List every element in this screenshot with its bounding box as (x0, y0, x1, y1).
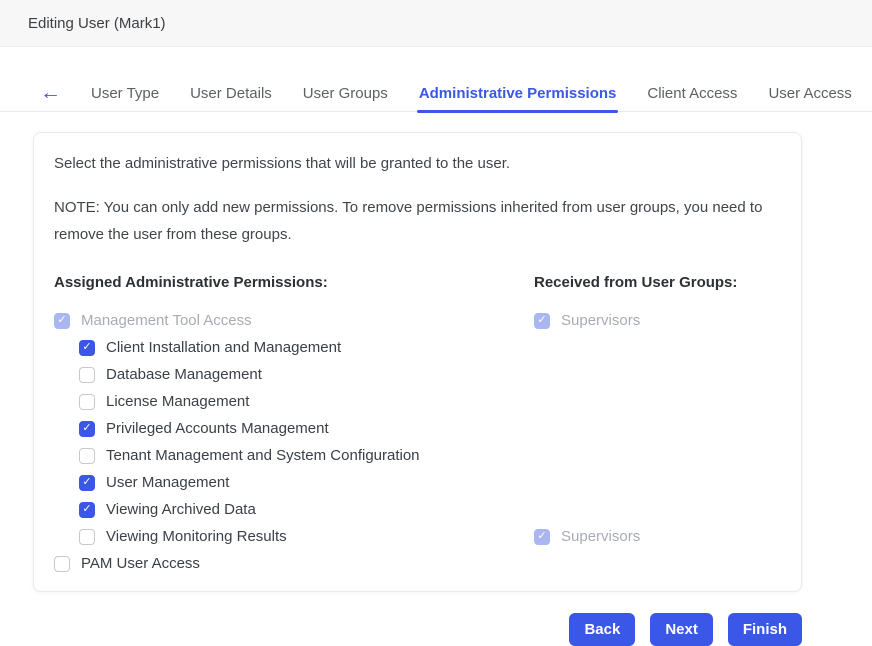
permission-item-viewing-monitoring-results[interactable]: Viewing Monitoring Results (54, 528, 534, 545)
permission-row: PAM User Access (54, 550, 781, 577)
tab-client-access[interactable]: Client Access (647, 76, 737, 111)
assigned-permissions-header: Assigned Administrative Permissions: (54, 274, 534, 291)
tab-user-type[interactable]: User Type (91, 76, 159, 111)
permission-checkbox[interactable] (79, 529, 95, 545)
received-group: ✓ Supervisors (534, 528, 640, 545)
permission-item-license-management[interactable]: License Management (54, 393, 534, 410)
permission-label: Viewing Archived Data (106, 501, 256, 518)
permission-row: ✓ User Management (54, 469, 781, 496)
permission-item-tenant-management-and-system-configuration[interactable]: Tenant Management and System Configurati… (54, 447, 534, 464)
received-group-label: Supervisors (561, 312, 640, 329)
back-button[interactable]: Back (569, 613, 635, 646)
permission-item-database-management[interactable]: Database Management (54, 366, 534, 383)
permission-label: Privileged Accounts Management (106, 420, 329, 437)
permission-checkbox[interactable] (54, 556, 70, 572)
permission-checkbox[interactable]: ✓ (79, 340, 95, 356)
permission-checkbox[interactable]: ✓ (79, 502, 95, 518)
permission-checkbox[interactable]: ✓ (79, 421, 95, 437)
permission-row: ✓ Management Tool Access ✓ Supervisors (54, 307, 781, 334)
page-title: Editing User (Mark1) (28, 15, 166, 32)
received-group-label: Supervisors (561, 528, 640, 545)
permission-item-user-management[interactable]: ✓ User Management (54, 474, 534, 491)
tab-bar-tabs: User Type User Details User Groups Administ… (91, 76, 852, 111)
footer-actions: Back Next Finish (33, 613, 802, 646)
finish-button[interactable]: Finish (728, 613, 802, 646)
tab-user-groups[interactable]: User Groups (303, 76, 388, 111)
permission-row: ✓ Viewing Archived Data (54, 496, 781, 523)
permission-item-viewing-archived-data[interactable]: ✓ Viewing Archived Data (54, 501, 534, 518)
permission-label: User Management (106, 474, 229, 491)
permission-item-pam-user-access[interactable]: PAM User Access (54, 555, 534, 572)
permission-row: Database Management (54, 361, 781, 388)
permission-label: Management Tool Access (81, 312, 252, 329)
permission-item-management-tool-access: ✓ Management Tool Access (54, 312, 534, 329)
intro-text: Select the administrative permissions th… (54, 155, 781, 172)
permission-item-privileged-accounts-management[interactable]: ✓ Privileged Accounts Management (54, 420, 534, 437)
permission-row: Viewing Monitoring Results ✓ Supervisors (54, 523, 781, 550)
window-title-bar: Editing User (Mark1) (0, 0, 872, 47)
tab-bar: ← User Type User Details User Groups Admini… (0, 76, 872, 112)
permission-row: Tenant Management and System Configurati… (54, 442, 781, 469)
column-headers: Assigned Administrative Permissions: Rec… (54, 274, 781, 291)
permission-row: ✓ Privileged Accounts Management (54, 415, 781, 442)
permission-row: ✓ Client Installation and Management (54, 334, 781, 361)
permission-checkbox[interactable] (79, 367, 95, 383)
permissions-list: ✓ Management Tool Access ✓ Supervisors ✓ Clie… (54, 307, 781, 577)
permission-label: License Management (106, 393, 249, 410)
permission-label: Tenant Management and System Configurati… (106, 447, 420, 464)
received-group-checkbox: ✓ (534, 313, 550, 329)
tab-administrative-permissions[interactable]: Administrative Permissions (419, 76, 617, 111)
permission-label: Database Management (106, 366, 262, 383)
received-groups-header: Received from User Groups: (534, 274, 737, 291)
permission-row: License Management (54, 388, 781, 415)
received-group-checkbox: ✓ (534, 529, 550, 545)
next-button[interactable]: Next (650, 613, 713, 646)
permission-checkbox[interactable] (79, 394, 95, 410)
tab-user-details[interactable]: User Details (190, 76, 272, 111)
note-text: NOTE: You can only add new permissions. … (54, 194, 781, 248)
permission-label: Client Installation and Management (106, 339, 341, 356)
permission-item-client-installation-and-management[interactable]: ✓ Client Installation and Management (54, 339, 534, 356)
permission-checkbox[interactable]: ✓ (79, 475, 95, 491)
permission-checkbox[interactable] (79, 448, 95, 464)
back-arrow-icon[interactable]: ← (40, 82, 61, 103)
permission-label: Viewing Monitoring Results (106, 528, 287, 545)
permission-checkbox: ✓ (54, 313, 70, 329)
tab-user-access[interactable]: User Access (768, 76, 851, 111)
received-group: ✓ Supervisors (534, 312, 640, 329)
permission-label: PAM User Access (81, 555, 200, 572)
permissions-card: Select the administrative permissions th… (33, 132, 802, 592)
